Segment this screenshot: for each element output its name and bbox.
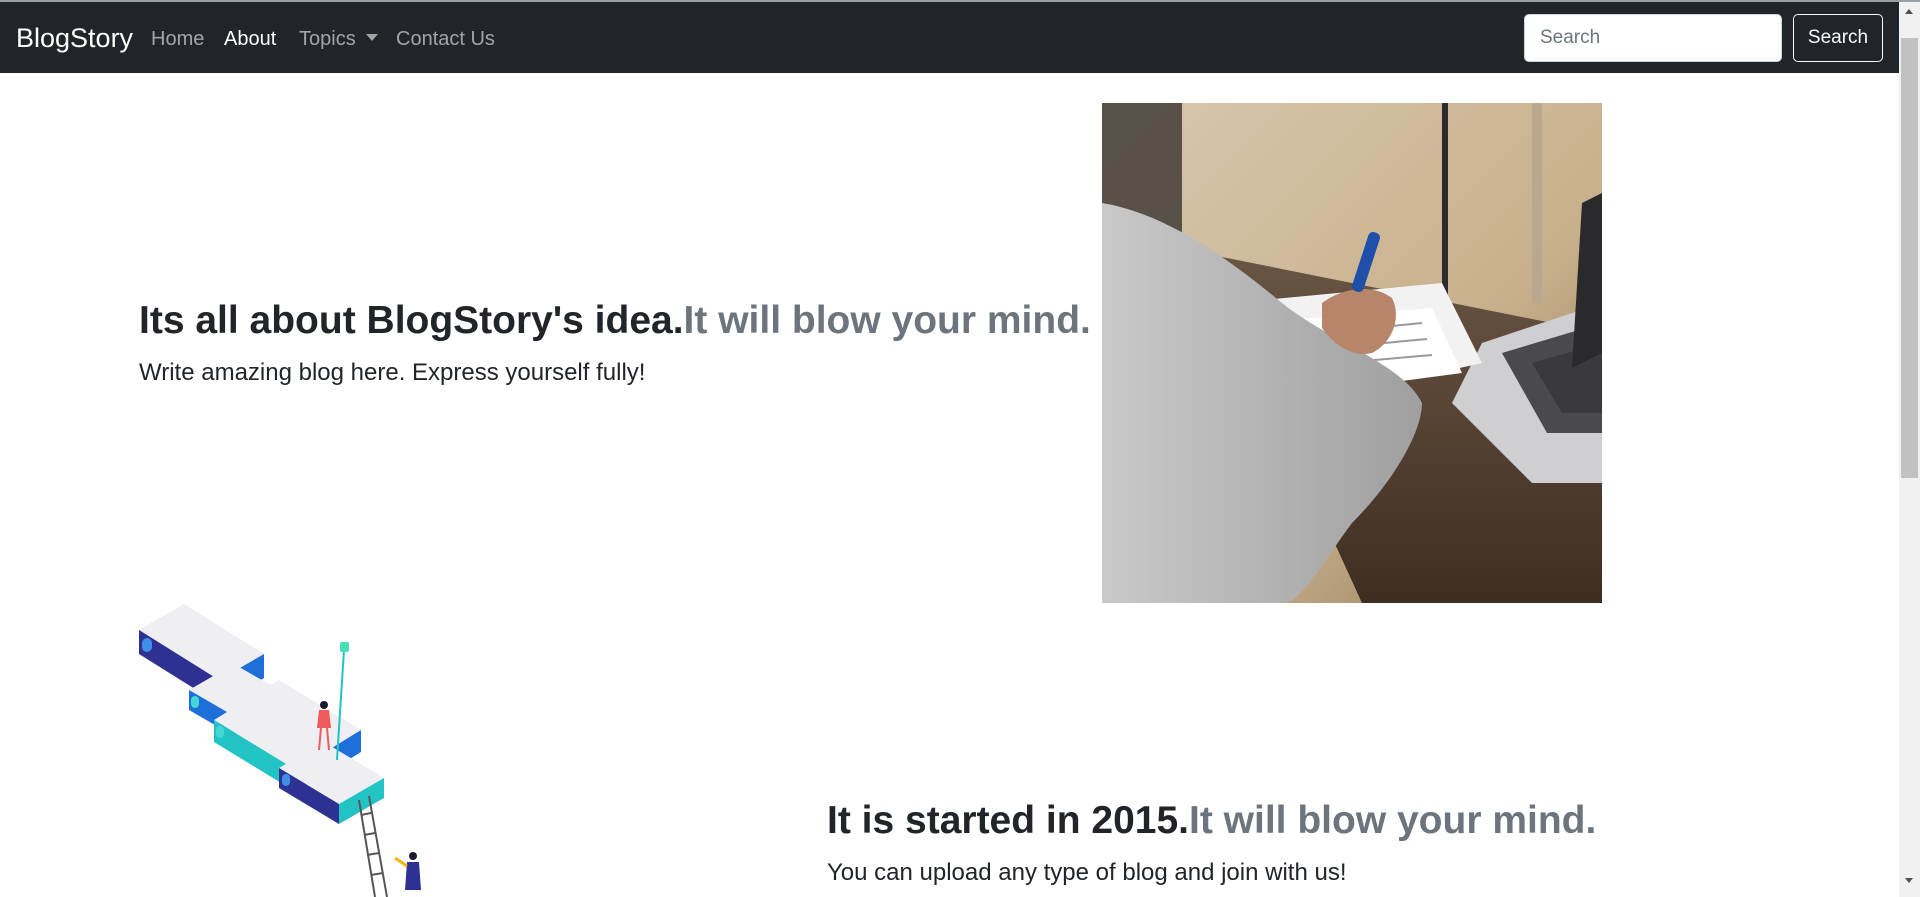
- nav-link-home[interactable]: Home: [151, 26, 204, 52]
- feature-lead-2: You can upload any type of blog and join…: [827, 859, 1347, 886]
- feature-photo-writing-at-desk: [1102, 103, 1602, 603]
- feature-heading-2: It is started in 2015.It will blow your …: [827, 797, 1596, 845]
- nav-link-about[interactable]: About: [224, 26, 276, 52]
- feature-heading-2-muted: It will blow your mind.: [1189, 799, 1597, 842]
- caret-down-icon: [365, 34, 378, 41]
- brand-logo-link[interactable]: BlogStory: [16, 21, 133, 55]
- nav-dropdown-topics-label: Topics: [299, 28, 356, 50]
- feature-heading-2-main: It is started in 2015.: [827, 799, 1189, 842]
- feature-heading-1: Its all about BlogStory's idea.It will b…: [139, 297, 1091, 345]
- nav-dropdown-topics[interactable]: Topics: [299, 26, 378, 52]
- search-input[interactable]: [1524, 14, 1782, 62]
- isometric-blocks-illustration: [139, 604, 421, 897]
- search-button[interactable]: Search: [1793, 14, 1883, 62]
- writing-at-desk-photo: [1102, 103, 1602, 603]
- nav-link-contact-us[interactable]: Contact Us: [396, 26, 495, 52]
- navbar: BlogStory Home About Topics Contact Us S…: [0, 2, 1899, 73]
- page-scrollbar[interactable]: [1899, 2, 1920, 897]
- scroll-up-arrow-icon[interactable]: [1905, 9, 1913, 14]
- scrollbar-thumb[interactable]: [1901, 38, 1918, 478]
- feature-heading-1-main: Its all about BlogStory's idea.: [139, 299, 684, 342]
- scroll-down-arrow-icon[interactable]: [1905, 878, 1913, 883]
- feature-lead-1: Write amazing blog here. Express yoursel…: [139, 359, 646, 386]
- feature-illustration-building-blocks: [139, 600, 439, 897]
- feature-heading-1-muted: It will blow your mind.: [683, 299, 1091, 342]
